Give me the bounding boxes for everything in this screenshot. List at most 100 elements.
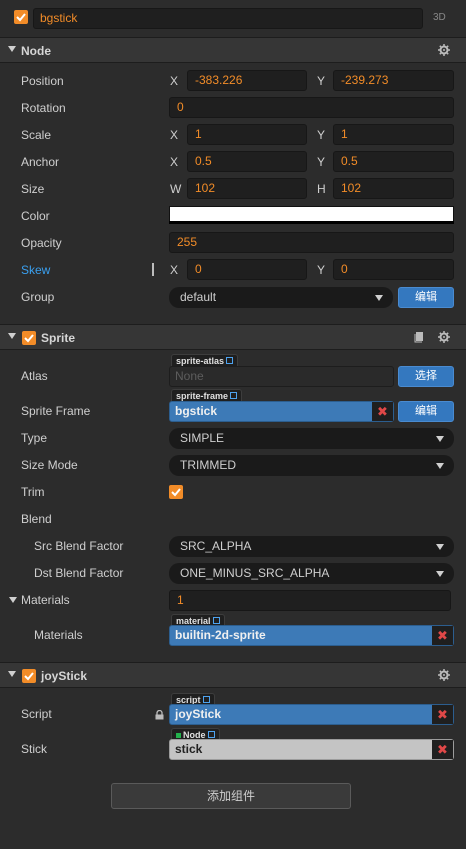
sprite-frame-value: bgstick (175, 404, 218, 418)
type-label: Type (21, 431, 48, 445)
chevron-down-icon (436, 544, 444, 550)
blend-label: Blend (21, 512, 52, 526)
materials-count-field[interactable]: 1 (169, 590, 451, 611)
dst-blend-value: ONE_MINUS_SRC_ALPHA (180, 566, 330, 580)
position-y-axis: Y (317, 74, 326, 88)
node-name-input[interactable]: bgstick (33, 8, 423, 29)
sprite-frame-field[interactable]: bgstick ✖ (169, 401, 394, 422)
opacity-field[interactable]: 255 (169, 232, 454, 253)
trim-checkbox[interactable] (169, 485, 183, 499)
chevron-down-icon (436, 436, 444, 442)
script-label: Script (21, 707, 52, 721)
gear-icon[interactable] (438, 331, 450, 343)
scale-x-field[interactable]: 1 (187, 124, 307, 145)
anchor-y-field[interactable]: 0.5 (333, 151, 454, 172)
sprite-section-header[interactable]: Sprite (0, 324, 466, 350)
size-h-field[interactable]: 102 (333, 178, 454, 199)
material-field[interactable]: builtin-2d-sprite ✖ (169, 625, 454, 646)
chevron-down-icon (375, 295, 383, 301)
atlas-select-button[interactable]: 选择 (398, 366, 454, 387)
position-x-axis: X (170, 74, 179, 88)
size-mode-label: Size Mode (21, 458, 78, 472)
chevron-down-icon (436, 571, 444, 577)
chevron-down-icon (436, 463, 444, 469)
collapse-caret-icon[interactable] (8, 46, 16, 52)
materials-collapse-caret-icon[interactable] (9, 597, 17, 603)
skew-label: Skew (21, 263, 51, 277)
size-mode-value: TRIMMED (180, 458, 236, 472)
color-alpha-bar (169, 221, 454, 224)
remove-x-icon[interactable]: ✖ (372, 402, 393, 421)
src-blend-label: Src Blend Factor (34, 539, 124, 553)
sprite-frame-edit-button[interactable]: 编辑 (398, 401, 454, 422)
collapse-caret-icon[interactable] (8, 671, 16, 677)
materials-item-label: Materials (34, 628, 83, 642)
stick-field[interactable]: stick ✖ (169, 739, 454, 760)
position-y-field[interactable]: -239.273 (333, 70, 454, 91)
skew-x-axis: X (170, 263, 179, 277)
size-label: Size (21, 182, 45, 196)
node-section-title: Node (21, 44, 51, 58)
src-blend-dropdown[interactable]: SRC_ALPHA (169, 536, 454, 557)
collapse-caret-icon[interactable] (8, 333, 16, 339)
script-field[interactable]: joyStick ✖ (169, 704, 454, 725)
link-icon[interactable] (230, 392, 238, 399)
sprite-frame-tag-text: sprite-frame (176, 391, 229, 401)
rotation-field[interactable]: 0 (169, 97, 454, 118)
dst-blend-dropdown[interactable]: ONE_MINUS_SRC_ALPHA (169, 563, 454, 584)
skew-y-field[interactable]: 0 (333, 259, 454, 280)
atlas-field[interactable]: None (169, 366, 394, 387)
node-section-header[interactable]: Node (0, 37, 466, 63)
skew-x-field[interactable]: 0 (187, 259, 307, 280)
add-component-button[interactable]: 添加组件 (111, 783, 351, 809)
lock-icon (155, 709, 164, 720)
type-dropdown[interactable]: SIMPLE (169, 428, 454, 449)
scale-label: Scale (21, 128, 52, 142)
trim-label: Trim (21, 485, 45, 499)
size-w-field[interactable]: 102 (187, 178, 307, 199)
joystick-enabled-checkbox[interactable] (22, 669, 36, 683)
link-icon[interactable] (212, 617, 220, 624)
group-dropdown[interactable]: default (169, 287, 393, 308)
skew-cursor-bar (152, 263, 154, 276)
anchor-label: Anchor (21, 155, 60, 169)
size-w-axis: W (170, 182, 182, 196)
remove-x-icon[interactable]: ✖ (432, 705, 453, 724)
scale-y-axis: Y (317, 128, 326, 142)
link-icon[interactable] (207, 731, 215, 738)
src-blend-value: SRC_ALPHA (180, 539, 252, 553)
anchor-x-field[interactable]: 0.5 (187, 151, 307, 172)
sprite-frame-label: Sprite Frame (21, 404, 91, 418)
anchor-x-axis: X (170, 155, 179, 169)
scale-y-field[interactable]: 1 (333, 124, 454, 145)
type-dropdown-value: SIMPLE (180, 431, 225, 445)
stick-value: stick (175, 742, 203, 756)
stick-label: Stick (21, 742, 48, 756)
group-edit-button[interactable]: 编辑 (398, 287, 454, 308)
gear-icon[interactable] (438, 44, 450, 56)
joystick-section-title: joyStick (41, 669, 88, 683)
node-type-icon (176, 733, 181, 738)
materials-group-label: Materials (21, 593, 70, 607)
node-active-checkbox[interactable] (14, 10, 28, 24)
remove-x-icon[interactable]: ✖ (432, 626, 453, 645)
link-icon[interactable] (202, 696, 210, 703)
book-icon[interactable] (414, 331, 424, 343)
remove-x-icon[interactable]: ✖ (432, 740, 453, 759)
rotation-label: Rotation (21, 101, 66, 115)
material-value: builtin-2d-sprite (175, 628, 266, 642)
atlas-tag-text: sprite-atlas (176, 356, 225, 366)
3d-toggle[interactable]: 3D (433, 12, 446, 23)
group-dropdown-value: default (180, 290, 217, 304)
scale-x-axis: X (170, 128, 179, 142)
link-icon[interactable] (226, 357, 234, 364)
size-mode-dropdown[interactable]: TRIMMED (169, 455, 454, 476)
anchor-y-axis: Y (317, 155, 326, 169)
position-label: Position (21, 74, 64, 88)
position-x-field[interactable]: -383.226 (187, 70, 307, 91)
sprite-enabled-checkbox[interactable] (22, 331, 36, 345)
opacity-label: Opacity (21, 236, 62, 250)
gear-icon[interactable] (438, 669, 450, 681)
group-label: Group (21, 290, 55, 304)
joystick-section-header[interactable]: joyStick (0, 662, 466, 688)
